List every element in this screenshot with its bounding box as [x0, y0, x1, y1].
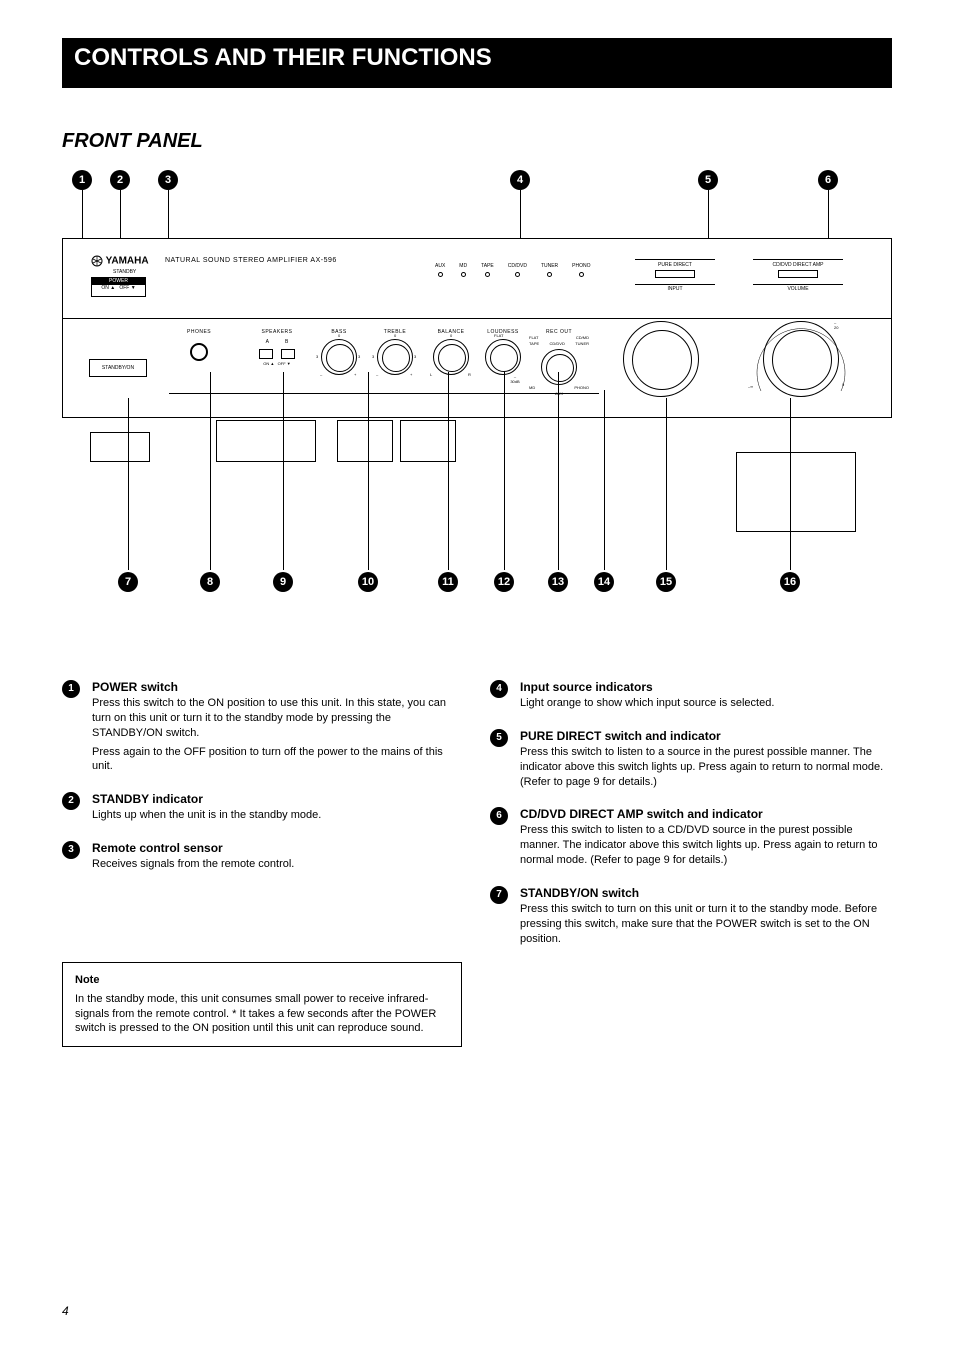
yamaha-tuning-fork-icon — [91, 255, 103, 267]
desc-item-2: 2 STANDBY indicator Lights up when the u… — [62, 792, 462, 823]
section-title-bar: CONTROLS AND THEIR FUNCTIONS — [62, 38, 892, 88]
treble-knob[interactable]: 0 3 3 – + — [377, 339, 413, 375]
cd-direct-group: CD/DVD DIRECT AMP VOLUME — [753, 259, 843, 292]
desc-item-1: 1 POWER switch Press this switch to the … — [62, 680, 462, 774]
power-label: POWER — [92, 278, 145, 285]
callout-3: 3 — [158, 170, 178, 190]
volume-knob[interactable]: –∞ –20 0 — [763, 321, 839, 397]
src-tuner: TUNER — [541, 263, 558, 277]
bass-knob[interactable]: 0 3 3 – + — [321, 339, 357, 375]
panel-top-strip: YAMAHA NATURAL SOUND STEREO AMPLIFIER AX… — [63, 239, 891, 319]
pure-direct-switch[interactable] — [655, 270, 695, 278]
volume-label: VOLUME — [753, 284, 843, 292]
control-door — [169, 393, 599, 413]
desc-item-6: 6 CD/DVD DIRECT AMP switch and indicator… — [490, 807, 890, 868]
src-tape: TAPE — [481, 263, 494, 277]
callout-1: 1 — [72, 170, 92, 190]
front-panel-heading: FRONT PANEL — [62, 130, 203, 153]
brand-logo: YAMAHA — [91, 255, 149, 267]
balance-group: BALANCE 0 L R — [433, 329, 469, 375]
desc-item-7: 7 STANDBY/ON switch Press this switch to… — [490, 886, 890, 947]
speakers-label: SPEAKERS — [247, 329, 307, 335]
callout-15: 15 — [656, 572, 676, 592]
pure-direct-group: PURE DIRECT INPUT — [635, 259, 715, 292]
callout-14: 14 — [594, 572, 614, 592]
phones-label: PHONES — [187, 329, 211, 335]
input-selector-knob[interactable] — [623, 321, 699, 397]
src-cddvd: CD/DVD — [508, 263, 527, 277]
panel-bottom-strip: STANDBY/ON PHONES SPEAKERS AB ON ▲ OFF ▼… — [63, 319, 891, 418]
cd-direct-switch[interactable] — [778, 270, 818, 278]
description-column-left: 1 POWER switch Press this switch to the … — [62, 680, 462, 1047]
callout-13: 13 — [548, 572, 568, 592]
note-box: Note In the standby mode, this unit cons… — [62, 962, 462, 1047]
recout-selector[interactable] — [541, 349, 577, 385]
desc-item-4: 4 Input source indicators Light orange t… — [490, 680, 890, 711]
cd-direct-label: CD/DVD DIRECT AMP — [753, 259, 843, 268]
treble-group: TREBLE 0 3 3 – + — [377, 329, 413, 375]
description-column-right: 4 Input source indicators Light orange t… — [490, 680, 890, 964]
loudness-knob[interactable]: FLAT –30dB — [485, 339, 521, 375]
page-number: 4 — [62, 1304, 69, 1318]
bass-group: BASS 0 3 3 – + — [321, 329, 357, 375]
src-md: MD — [459, 263, 467, 277]
model-text: NATURAL SOUND STEREO AMPLIFIER AX-596 — [165, 257, 337, 264]
note-body: In the standby mode, this unit consumes … — [75, 992, 449, 1037]
callout-11: 11 — [438, 572, 458, 592]
callout-6: 6 — [818, 170, 838, 190]
callout-16: 16 — [780, 572, 800, 592]
recout-group: REC OUT FLATCD/MD TAPECD/DVDTUNER MDPHON… — [529, 329, 589, 397]
phones-group: PHONES — [187, 329, 211, 361]
speaker-b-switch[interactable] — [281, 349, 295, 359]
section-title: CONTROLS AND THEIR FUNCTIONS — [74, 44, 492, 71]
callout-9: 9 — [273, 572, 293, 592]
callout-5: 5 — [698, 170, 718, 190]
phones-jack[interactable] — [190, 343, 208, 361]
callout-8: 8 — [200, 572, 220, 592]
callout-4: 4 — [510, 170, 530, 190]
callout-2: 2 — [110, 170, 130, 190]
callout-7: 7 — [118, 572, 138, 592]
speakers-group: SPEAKERS AB ON ▲ OFF ▼ — [247, 329, 307, 366]
amplifier-front-panel: YAMAHA NATURAL SOUND STEREO AMPLIFIER AX… — [62, 238, 892, 418]
standby-led-label: STANDBY — [113, 269, 136, 275]
src-aux: AUX — [435, 263, 445, 277]
pure-direct-label: PURE DIRECT — [635, 259, 715, 268]
source-indicators: AUX MD TAPE CD/DVD TUNER PHONO — [435, 263, 591, 277]
power-switch[interactable]: POWER ON ▲ OFF ▼ — [91, 277, 146, 297]
loudness-group: LOUDNESS FLAT –30dB — [485, 329, 521, 375]
input-label: INPUT — [635, 284, 715, 292]
brand-text: YAMAHA — [106, 256, 149, 267]
note-title: Note — [75, 973, 449, 988]
balance-knob[interactable]: 0 L R — [433, 339, 469, 375]
callout-10: 10 — [358, 572, 378, 592]
standby-on-button[interactable]: STANDBY/ON — [89, 359, 147, 377]
speaker-a-switch[interactable] — [259, 349, 273, 359]
src-phono: PHONO — [572, 263, 590, 277]
desc-item-3: 3 Remote control sensor Receives signals… — [62, 841, 462, 872]
desc-item-5: 5 PURE DIRECT switch and indicator Press… — [490, 729, 890, 790]
callout-12: 12 — [494, 572, 514, 592]
